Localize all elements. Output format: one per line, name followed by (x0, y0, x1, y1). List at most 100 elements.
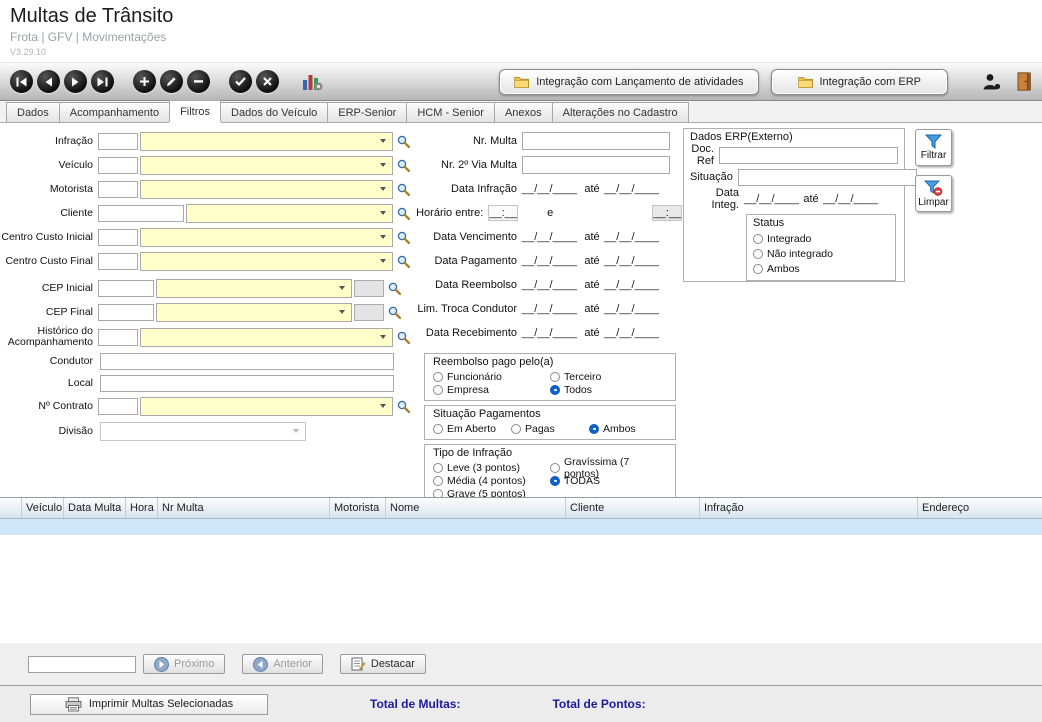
previous-record-button[interactable] (37, 70, 60, 93)
data-recebimento-de-field[interactable]: __/__/____ (522, 327, 580, 339)
veiculo-combo[interactable] (140, 156, 393, 175)
data-reembolso-ate-field[interactable]: __/__/____ (604, 279, 662, 291)
integration-erp-button[interactable]: Integração com ERP (771, 69, 949, 95)
infracao-code-input[interactable] (98, 133, 138, 150)
horario-de-field[interactable]: __:__ (488, 205, 518, 221)
radio-em-aberto[interactable]: Em Aberto (433, 422, 511, 435)
column-header-nr-multa[interactable]: Nr Multa (158, 498, 330, 518)
tab-filtros[interactable]: Filtros (169, 100, 221, 122)
column-header-nome[interactable]: Nome (386, 498, 566, 518)
lim-troca-condutor-ate-field[interactable]: __/__/____ (604, 303, 662, 315)
situacao-erp-input[interactable] (738, 169, 917, 186)
radio-nao-integrado[interactable]: Não integrado (753, 246, 889, 261)
local-input[interactable] (100, 375, 394, 392)
column-header-endereco[interactable]: Endereço (918, 498, 1042, 518)
tab-acompanhamento[interactable]: Acompanhamento (59, 102, 170, 122)
data-recebimento-ate-field[interactable]: __/__/____ (604, 327, 662, 339)
centro-custo-final-combo[interactable] (140, 252, 393, 271)
num-contrato-code-input[interactable] (98, 398, 138, 415)
next-record-button[interactable] (64, 70, 87, 93)
proximo-button[interactable]: Próximo (143, 654, 225, 674)
tab-alteracoes-no-cadastro[interactable]: Alterações no Cadastro (552, 102, 689, 122)
motorista-combo[interactable] (140, 180, 393, 199)
column-header-hora[interactable]: Hora (126, 498, 158, 518)
cep-inicial-input[interactable] (98, 280, 154, 297)
limpar-button[interactable]: Limpar (915, 175, 952, 212)
imprimir-button[interactable]: Imprimir Multas Selecionadas (30, 694, 268, 715)
centro-custo-inicial-code-input[interactable] (98, 229, 138, 246)
infracao-combo[interactable] (140, 132, 393, 151)
cliente-code-input[interactable] (98, 205, 184, 222)
anterior-button[interactable]: Anterior (242, 654, 323, 674)
tab-hcm-senior[interactable]: HCM - Senior (406, 102, 495, 122)
radio-todos[interactable]: Todos (550, 383, 667, 396)
data-pagamento-ate-field[interactable]: __/__/____ (604, 255, 662, 267)
radio-integrado[interactable]: Integrado (753, 231, 889, 246)
nr-2via-multa-input[interactable] (522, 156, 670, 174)
cancel-button[interactable] (256, 70, 279, 93)
add-record-button[interactable] (133, 70, 156, 93)
horario-ate-field[interactable]: __:__ (652, 205, 682, 221)
cep-final-search-icon[interactable] (386, 306, 403, 319)
veiculo-code-input[interactable] (98, 157, 138, 174)
destacar-button[interactable]: Destacar (340, 654, 426, 674)
cep-inicial-combo[interactable] (156, 279, 352, 298)
radio-terceiro[interactable]: Terceiro (550, 370, 667, 383)
historico-acompanhamento-code-input[interactable] (98, 329, 138, 346)
radio-leve[interactable]: Leve (3 pontos) (433, 461, 550, 474)
selected-empty-row[interactable] (0, 519, 1042, 535)
first-record-button[interactable] (10, 70, 33, 93)
column-header-motorista[interactable]: Motorista (330, 498, 386, 518)
data-vencimento-ate-field[interactable]: __/__/____ (604, 231, 662, 243)
tab-anexos[interactable]: Anexos (494, 102, 553, 122)
integration-erp-label: Integração com ERP (820, 76, 922, 88)
data-pagamento-de-field[interactable]: __/__/____ (522, 255, 580, 267)
centro-custo-final-code-input[interactable] (98, 253, 138, 270)
lim-troca-condutor-label: Lim. Troca Condutor (410, 303, 522, 315)
data-integ-ate-field[interactable]: __/__/____ (823, 193, 878, 205)
radio-ambos-pagamentos[interactable]: Ambos (589, 422, 667, 435)
lim-troca-condutor-de-field[interactable]: __/__/____ (522, 303, 580, 315)
tab-erp-senior[interactable]: ERP-Senior (327, 102, 407, 122)
delete-record-button[interactable] (187, 70, 210, 93)
edit-record-button[interactable] (160, 70, 183, 93)
user-settings-button[interactable] (982, 72, 1001, 91)
data-integ-de-field[interactable]: __/__/____ (744, 193, 799, 205)
filtrar-button[interactable]: Filtrar (915, 129, 952, 166)
radio-pagas[interactable]: Pagas (511, 422, 589, 435)
integration-activities-button[interactable]: Integração com Lançamento de atividades (499, 69, 758, 95)
historico-acompanhamento-combo[interactable] (140, 328, 393, 347)
radio-ambos-status[interactable]: Ambos (753, 261, 889, 276)
cep-final-input[interactable] (98, 304, 154, 321)
column-header-infracao[interactable]: Infração (700, 498, 918, 518)
last-record-button[interactable] (91, 70, 114, 93)
data-infracao-de-field[interactable]: __/__/____ (522, 183, 580, 195)
radio-funcionario[interactable]: Funcionário (433, 370, 550, 383)
num-contrato-combo[interactable] (140, 397, 393, 416)
centro-custo-inicial-combo[interactable] (140, 228, 393, 247)
radio-empresa[interactable]: Empresa (433, 383, 550, 396)
quick-search-input[interactable] (28, 656, 136, 673)
column-header-data-multa[interactable]: Data Multa (64, 498, 126, 518)
cep-final-combo[interactable] (156, 303, 352, 322)
column-header-veiculo[interactable]: Veículo (22, 498, 64, 518)
confirm-button[interactable] (229, 70, 252, 93)
column-header-cliente[interactable]: Cliente (566, 498, 700, 518)
radio-media[interactable]: Média (4 pontos) (433, 474, 550, 487)
data-infracao-ate-field[interactable]: __/__/____ (604, 183, 662, 195)
motorista-code-input[interactable] (98, 181, 138, 198)
tab-dados[interactable]: Dados (6, 102, 60, 122)
nr-multa-input[interactable] (522, 132, 670, 150)
data-reembolso-de-field[interactable]: __/__/____ (522, 279, 580, 291)
cep-inicial-search-icon[interactable] (386, 282, 403, 295)
cliente-combo[interactable] (186, 204, 393, 223)
doc-ref-input[interactable] (719, 147, 898, 164)
divisao-combo[interactable] (100, 422, 306, 441)
radio-icon (753, 234, 763, 244)
radio-gravissima[interactable]: Gravíssima (7 pontos) (550, 461, 667, 474)
exit-button[interactable] (1017, 72, 1032, 91)
report-chart-icon[interactable] (302, 72, 323, 91)
condutor-input[interactable] (100, 353, 394, 370)
tab-dados-do-veiculo[interactable]: Dados do Veículo (220, 102, 328, 122)
data-vencimento-de-field[interactable]: __/__/____ (522, 231, 580, 243)
